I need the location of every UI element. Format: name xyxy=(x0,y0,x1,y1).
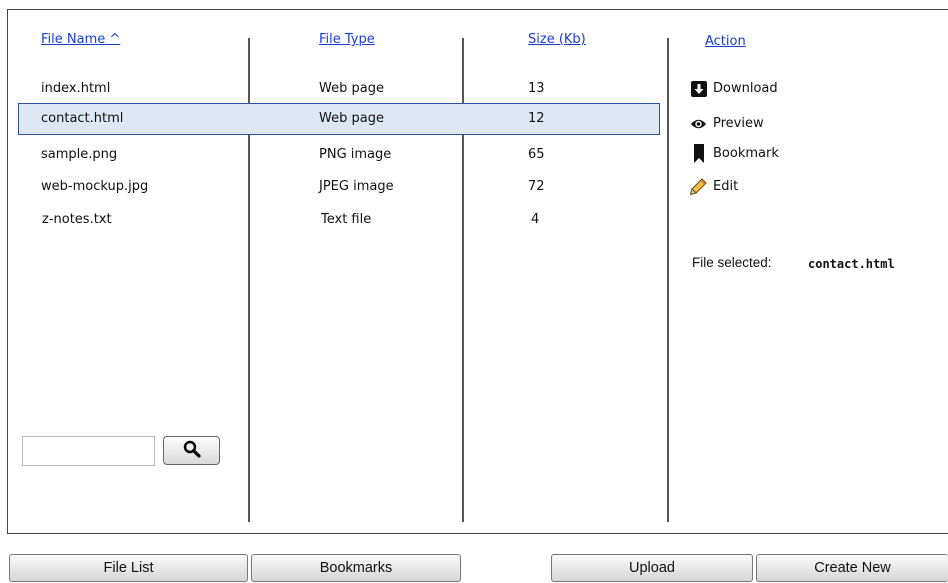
bookmark-action[interactable]: Bookmark xyxy=(690,144,779,163)
eye-icon xyxy=(690,115,707,132)
edit-action[interactable]: Edit xyxy=(690,178,738,195)
column-header-action: Action xyxy=(705,34,746,49)
create-new-button[interactable]: Create New xyxy=(756,554,948,582)
file-size: 4 xyxy=(531,212,540,227)
bookmark-label: Bookmark xyxy=(713,146,779,161)
file-row[interactable]: index.html Web page 13 xyxy=(18,73,660,105)
file-list-button[interactable]: File List xyxy=(9,554,248,582)
file-type: PNG image xyxy=(319,147,392,162)
preview-label: Preview xyxy=(713,116,764,131)
preview-action[interactable]: Preview xyxy=(690,115,764,132)
download-icon xyxy=(690,80,707,97)
file-row[interactable]: z-notes.txt Text file 4 xyxy=(18,204,660,236)
file-row[interactable]: web-mockup.jpg JPEG image 72 xyxy=(18,171,660,203)
file-type: JPEG image xyxy=(319,179,394,194)
file-name: contact.html xyxy=(41,111,124,126)
download-label: Download xyxy=(713,81,778,96)
file-size: 65 xyxy=(528,147,545,162)
file-size: 12 xyxy=(528,111,545,126)
column-header-size[interactable]: Size (Kb) xyxy=(528,32,586,47)
file-row-selected[interactable]: contact.html Web page 12 xyxy=(18,103,660,135)
file-type: Text file xyxy=(321,212,372,227)
file-name: web-mockup.jpg xyxy=(41,179,149,194)
bookmark-icon xyxy=(690,144,707,163)
search-button[interactable] xyxy=(163,436,220,465)
download-action[interactable]: Download xyxy=(690,80,778,97)
file-name: sample.png xyxy=(41,147,118,162)
file-name: index.html xyxy=(41,81,111,96)
file-size: 13 xyxy=(528,81,545,96)
search-input[interactable] xyxy=(22,436,155,466)
file-selected-label: File selected: xyxy=(692,255,772,270)
bookmarks-button[interactable]: Bookmarks xyxy=(251,554,461,582)
file-row[interactable]: sample.png PNG image 65 xyxy=(18,139,660,171)
file-type: Web page xyxy=(319,111,384,126)
file-name: z-notes.txt xyxy=(42,212,112,227)
edit-label: Edit xyxy=(713,179,739,194)
search-icon xyxy=(183,440,201,462)
column-header-file-name[interactable]: File Name ^ xyxy=(41,32,120,47)
file-size: 72 xyxy=(528,179,545,194)
pencil-icon xyxy=(690,178,707,195)
file-type: Web page xyxy=(319,81,384,96)
column-header-file-type[interactable]: File Type xyxy=(319,32,375,47)
column-divider xyxy=(667,38,669,522)
upload-button[interactable]: Upload xyxy=(551,554,753,582)
file-selected-value: contact.html xyxy=(808,257,895,271)
